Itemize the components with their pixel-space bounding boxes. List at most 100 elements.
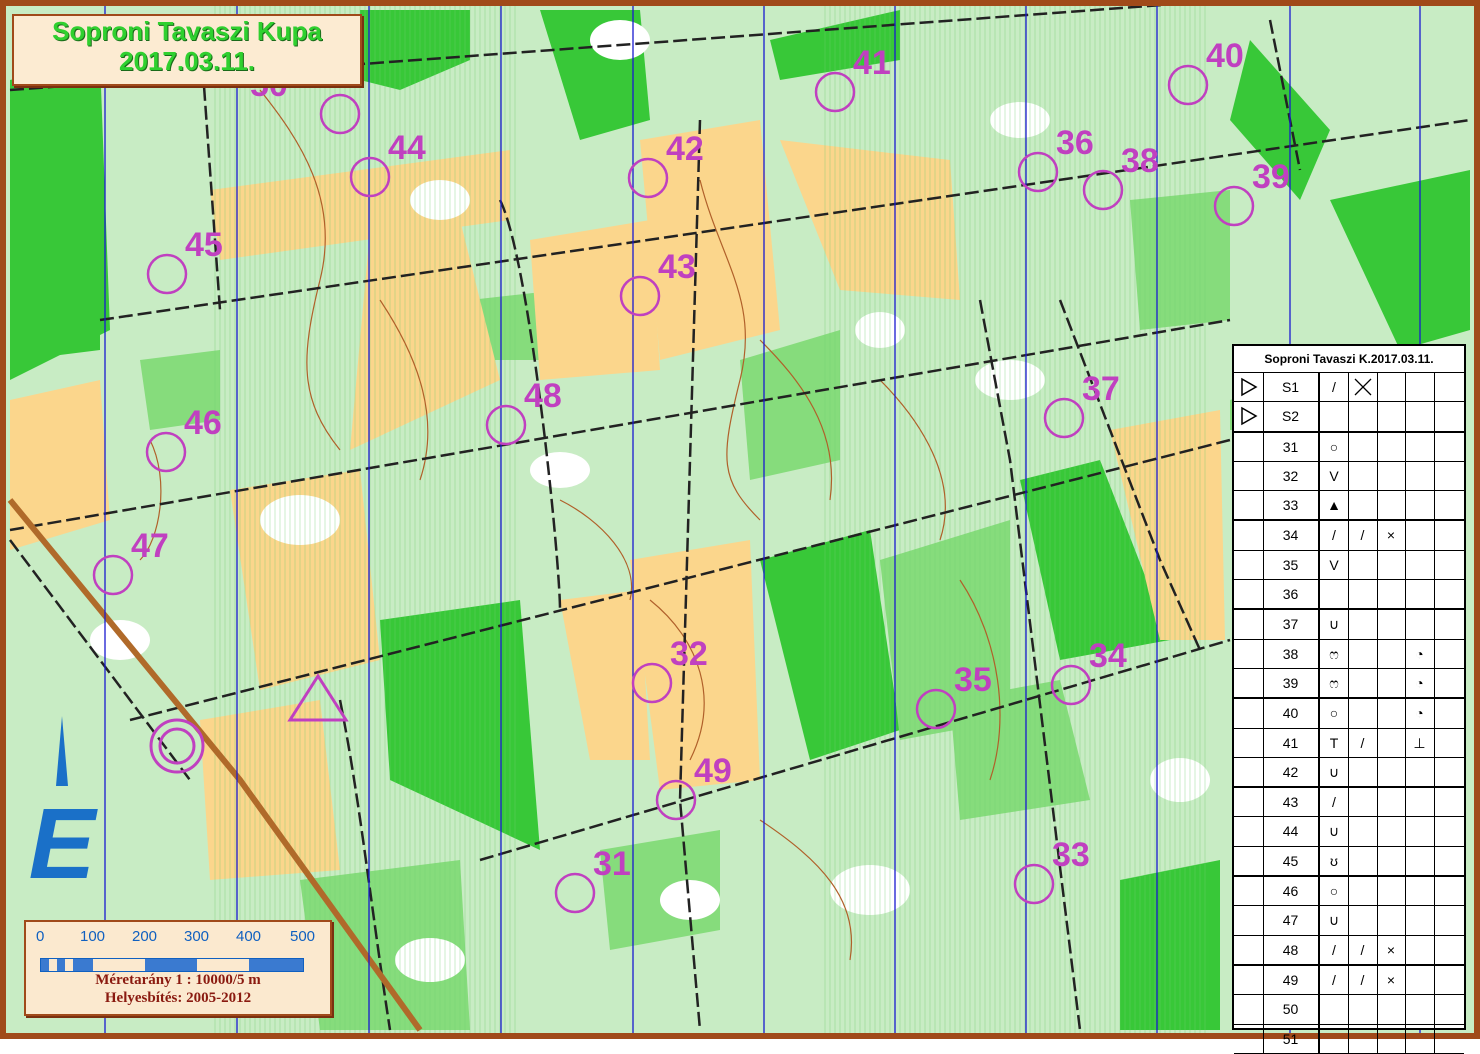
description-cell: [1234, 699, 1264, 728]
control-number: 35: [954, 661, 992, 699]
description-row: 39 ෆ ◔: [1234, 668, 1464, 700]
description-row: 51: [1234, 1024, 1464, 1054]
description-symbol: ◔: [1405, 699, 1435, 728]
start-triangle-icon: [1234, 373, 1264, 402]
description-row: 34// ×: [1234, 521, 1464, 551]
description-cell: [1434, 906, 1462, 934]
scale-ticks: 0 100 200 300 400 500: [36, 928, 326, 946]
description-row: 44 ∪: [1234, 817, 1464, 847]
description-row: 31 ○: [1234, 432, 1464, 462]
crossing-icon: [1348, 373, 1378, 402]
control-number: 44: [388, 129, 426, 167]
description-cell: [1377, 788, 1406, 817]
description-cell: [1377, 877, 1406, 906]
description-symbol: /: [1320, 521, 1349, 550]
description-cell: [1434, 729, 1462, 757]
scale-revision-text: Helyesbítés: 2005-2012: [104, 990, 252, 1006]
description-cell: [1377, 373, 1406, 402]
description-cell: [1405, 550, 1435, 580]
description-row: S2: [1234, 402, 1464, 433]
description-row: 36: [1234, 580, 1464, 611]
description-row: 41 T / ⊥: [1234, 728, 1464, 758]
scale-tick: 100: [80, 928, 106, 945]
description-symbol: V: [1320, 550, 1349, 580]
control-number: 33: [1052, 836, 1090, 874]
description-rows: S1/S2 31 ○ 32 V 33 ▲ 34// × 35 V 36 37 ∪ 38 ෆ ◔ 39 ෆ ◔ 40 ○ ◔ 4…: [1234, 373, 1464, 1054]
description-cell: [1405, 817, 1435, 846]
control-code: 41: [1263, 728, 1320, 757]
north-arrow: E: [28, 716, 108, 900]
description-row: 49// ×: [1234, 965, 1464, 996]
description-cell: [1377, 757, 1406, 787]
description-cell: [1377, 668, 1406, 698]
description-cell: [1348, 610, 1378, 639]
description-symbol: ෆ: [1320, 668, 1349, 698]
control-code: 31: [1263, 432, 1320, 461]
description-cell: [1234, 639, 1264, 668]
control-code: 35: [1263, 550, 1320, 580]
description-cell: [1405, 610, 1435, 639]
description-cell: [1348, 846, 1378, 876]
description-cell: [1405, 846, 1435, 876]
control-number: 36: [1056, 124, 1094, 162]
description-cell: [1320, 995, 1349, 1024]
description-cell: [1405, 935, 1435, 964]
control-number: 41: [853, 44, 891, 82]
description-cell: [1234, 491, 1264, 520]
control-number: 43: [658, 248, 696, 286]
scale-box: 0 100 200 300 400 500 Méretarány 1 : 100…: [24, 920, 332, 1016]
description-cell: [1234, 906, 1264, 935]
description-symbol: ∪: [1320, 610, 1349, 639]
description-row: 46 ○: [1234, 877, 1464, 907]
description-cell: [1234, 610, 1264, 639]
control-code: 36: [1263, 580, 1320, 609]
description-cell: [1234, 935, 1264, 964]
map-title-line1: Soproni Tavaszi Kupa: [52, 16, 322, 46]
description-row: 38 ෆ ◔: [1234, 639, 1464, 669]
description-row: 32 V: [1234, 461, 1464, 492]
description-row: 42 ∪: [1234, 757, 1464, 789]
control-code: 38: [1263, 639, 1320, 668]
description-cell: [1234, 668, 1264, 698]
description-cell: [1405, 757, 1435, 787]
description-cell: [1434, 788, 1462, 816]
description-cell: [1405, 402, 1435, 431]
description-cell: [1377, 402, 1406, 431]
description-cell: [1377, 817, 1406, 846]
description-cell: [1348, 817, 1378, 846]
description-cell: [1348, 580, 1378, 609]
description-symbol: /: [1348, 935, 1378, 964]
control-number: 34: [1089, 637, 1127, 675]
control-code: 34: [1263, 521, 1320, 550]
control-number: 49: [694, 752, 732, 790]
description-title: Soproni Tavaszi K.2017.03.11.: [1234, 346, 1464, 373]
control-code: 33: [1263, 491, 1320, 520]
north-arrow-letter: E: [29, 788, 99, 886]
description-cell: [1434, 669, 1462, 697]
control-code: 46: [1263, 877, 1320, 906]
description-row: 43/: [1234, 788, 1464, 818]
description-symbol: ×: [1377, 965, 1406, 995]
control-number: 37: [1082, 370, 1120, 408]
description-cell: [1377, 699, 1406, 728]
description-cell: [1234, 580, 1264, 609]
description-cell: [1234, 788, 1264, 817]
description-cell: [1434, 491, 1462, 519]
description-row: 45 ʊ: [1234, 846, 1464, 878]
description-cell: [1377, 639, 1406, 668]
description-cell: [1348, 699, 1378, 728]
description-cell: [1377, 550, 1406, 580]
description-cell: [1348, 668, 1378, 698]
description-cell: [1234, 965, 1264, 995]
control-code: 40: [1263, 699, 1320, 728]
description-row: 47 ∪: [1234, 906, 1464, 936]
north-arrow-icon: [56, 716, 68, 786]
scale-tick: 500: [290, 928, 316, 945]
description-cell: [1234, 550, 1264, 580]
description-cell: [1377, 461, 1406, 491]
control-code: 49: [1263, 965, 1320, 995]
control-code: 45: [1263, 846, 1320, 876]
description-cell: [1377, 995, 1406, 1024]
description-symbol: ⊥: [1405, 728, 1435, 757]
control-code: S1: [1263, 373, 1320, 402]
